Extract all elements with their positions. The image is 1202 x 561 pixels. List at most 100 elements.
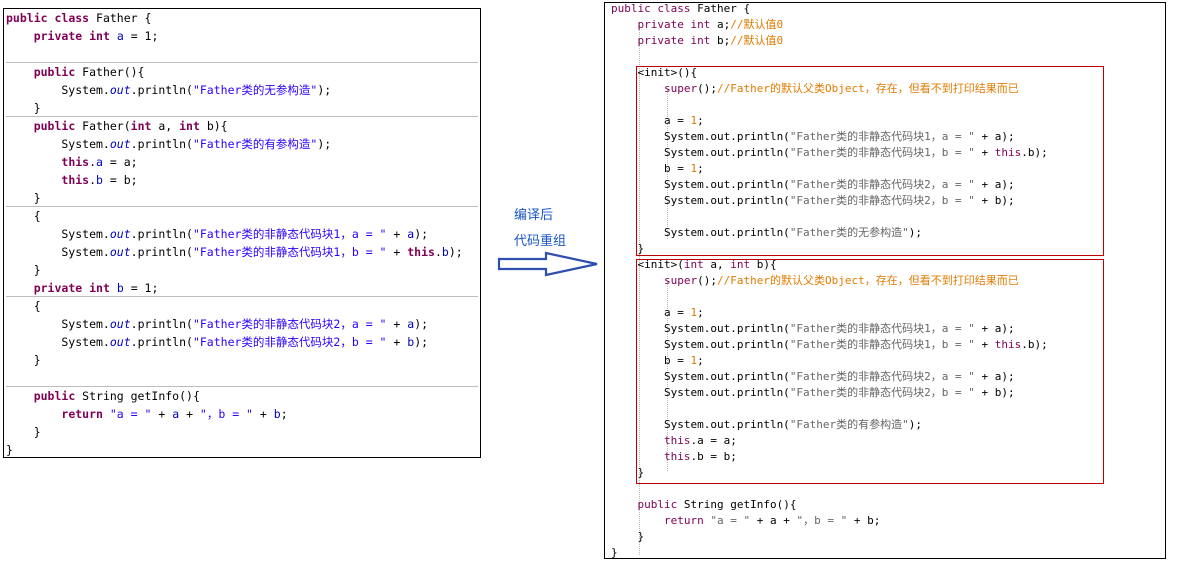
code-token: int bbox=[89, 29, 110, 43]
code-token: + bbox=[386, 317, 408, 331]
code-token: b){ bbox=[750, 258, 777, 271]
code-token: ); bbox=[317, 83, 332, 97]
code-line: this.b = b; bbox=[605, 449, 1165, 465]
code-token: "Father类的非静态代码块1，a = " bbox=[789, 322, 975, 335]
code-token: super bbox=[663, 82, 698, 95]
code-token: } bbox=[6, 263, 41, 277]
code-token: System.out.println( bbox=[611, 418, 790, 431]
code-token: .println( bbox=[130, 245, 193, 259]
code-token: + bbox=[974, 146, 995, 159]
code-token: System.out.println( bbox=[611, 322, 790, 335]
code-line: a = 1; bbox=[605, 305, 1165, 321]
code-line: System.out.println("Father类的非静态代码块1，b = … bbox=[605, 337, 1165, 353]
code-line: System.out.println("Father类的非静态代码块1，a = … bbox=[4, 225, 480, 243]
code-token: } bbox=[6, 191, 41, 205]
section-separator bbox=[6, 386, 478, 387]
source-code-panel: public class Father { private int a = 1;… bbox=[3, 8, 481, 458]
code-token: "Father类的有参构造" bbox=[789, 418, 909, 431]
code-token: this bbox=[61, 173, 90, 187]
code-line: System.out.println("Father类的有参构造"); bbox=[605, 417, 1165, 433]
code-line: public String getInfo(){ bbox=[4, 387, 480, 405]
code-line: public String getInfo(){ bbox=[605, 497, 1165, 513]
code-token: //Father的默认父类Object，存在，但看不到打印结果而已 bbox=[716, 274, 1019, 287]
code-token: a; bbox=[710, 18, 731, 31]
code-token: .b = b; bbox=[690, 450, 737, 463]
code-token: "，b = " bbox=[199, 407, 253, 421]
code-token: + a); bbox=[974, 370, 1015, 383]
code-token: a, bbox=[703, 258, 731, 271]
code-token: System. bbox=[6, 245, 110, 259]
code-token: "Father类的非静态代码块2，a = " bbox=[192, 317, 387, 331]
code-token: "Father类的非静态代码块1，a = " bbox=[789, 130, 975, 143]
code-token: . bbox=[89, 155, 97, 169]
code-token: + bbox=[386, 335, 408, 349]
code-line: } bbox=[605, 529, 1165, 545]
code-line: b = 1; bbox=[605, 161, 1165, 177]
code-token: String getInfo(){ bbox=[75, 389, 200, 403]
code-token: b = bbox=[611, 162, 691, 175]
code-token: System. bbox=[6, 317, 110, 331]
code-token: //默认值0 bbox=[730, 18, 784, 31]
code-token: = a; bbox=[102, 155, 138, 169]
code-token: System.out.println( bbox=[611, 226, 790, 239]
code-token: a bbox=[96, 155, 103, 169]
code-line: System.out.println("Father类的非静态代码块2，b = … bbox=[605, 193, 1165, 209]
code-token: ); bbox=[908, 418, 923, 431]
code-line: System.out.println("Father类的非静态代码块2，a = … bbox=[4, 315, 480, 333]
code-token: a, bbox=[151, 119, 180, 133]
code-token: System. bbox=[6, 227, 110, 241]
code-token: Father { bbox=[690, 2, 751, 15]
code-line: } bbox=[4, 189, 480, 207]
code-line: System.out.println("Father类的非静态代码块1，a = … bbox=[605, 129, 1165, 145]
code-token: .a = a; bbox=[690, 434, 737, 447]
code-token: //Father的默认父类Object，存在，但看不到打印结果而已 bbox=[716, 82, 1019, 95]
code-token: int bbox=[683, 258, 704, 271]
code-token: int bbox=[130, 119, 152, 133]
code-token: + a); bbox=[974, 178, 1015, 191]
code-token: + bbox=[386, 227, 408, 241]
code-line: this.a = a; bbox=[4, 153, 480, 171]
code-token: + a); bbox=[974, 322, 1015, 335]
code-token: } bbox=[611, 530, 645, 543]
code-token: + b); bbox=[974, 194, 1015, 207]
code-token: b bbox=[116, 281, 124, 295]
code-line: } bbox=[605, 545, 1165, 561]
code-token: int bbox=[179, 119, 200, 133]
code-line: { bbox=[4, 207, 480, 225]
code-token: int bbox=[690, 34, 711, 47]
code-token: return bbox=[61, 407, 103, 421]
code-token: System.out.println( bbox=[611, 386, 790, 399]
code-token: + bbox=[252, 407, 274, 421]
code-token: <init>( bbox=[611, 258, 684, 271]
code-token: private bbox=[33, 281, 83, 295]
code-token: "Father类的无参构造" bbox=[192, 83, 318, 97]
code-token: "Father类的非静态代码块2，a = " bbox=[789, 178, 975, 191]
code-token: "Father类的无参构造" bbox=[789, 226, 909, 239]
code-line: System.out.println("Father类的无参构造"); bbox=[4, 81, 480, 99]
code-token: "Father类的非静态代码块1，b = " bbox=[789, 146, 975, 159]
code-token: this bbox=[663, 434, 691, 447]
code-line: b = 1; bbox=[605, 353, 1165, 369]
code-line: private int b = 1; bbox=[4, 279, 480, 297]
code-token: { bbox=[6, 209, 41, 223]
code-token: Father { bbox=[89, 11, 152, 25]
code-token: this bbox=[61, 155, 90, 169]
code-token: "a = " bbox=[710, 514, 751, 527]
code-token: + a + bbox=[750, 514, 797, 527]
code-token: out bbox=[109, 83, 131, 97]
code-token: } bbox=[6, 353, 41, 367]
code-token: .b); bbox=[1021, 146, 1048, 159]
code-token: b = bbox=[611, 354, 691, 367]
code-line: super();//Father的默认父类Object，存在，但看不到打印结果而… bbox=[605, 273, 1165, 289]
code-token: int bbox=[89, 281, 110, 295]
